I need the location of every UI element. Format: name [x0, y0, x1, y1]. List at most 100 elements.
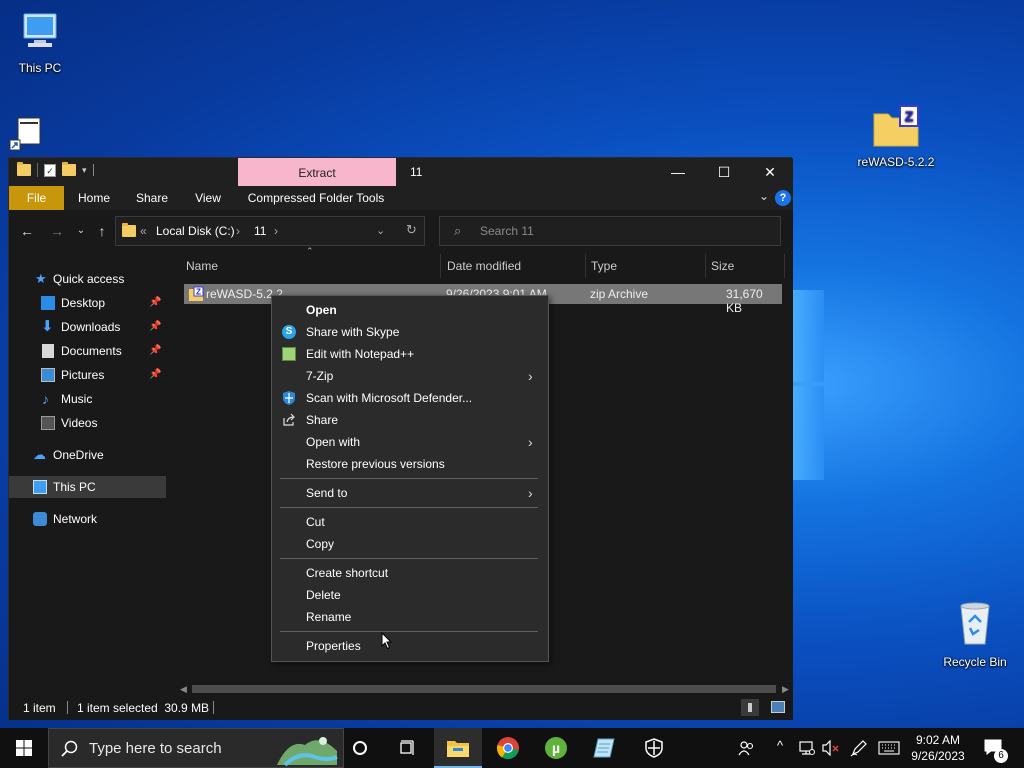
- nav-downloads[interactable]: ⬇ Downloads 📌: [9, 316, 166, 338]
- column-date-modified[interactable]: Date modified: [447, 256, 521, 276]
- properties-icon[interactable]: ✓: [44, 163, 56, 177]
- pictures-icon: [41, 368, 55, 382]
- menu-item-share-with-skype[interactable]: S Share with Skype: [272, 321, 548, 343]
- column-type[interactable]: Type: [591, 256, 617, 276]
- search-box[interactable]: ⌕ Search 11: [439, 216, 781, 246]
- show-hidden-icons-button[interactable]: ^: [774, 728, 790, 768]
- cortana-button[interactable]: [336, 728, 384, 768]
- menu-separator: [280, 558, 538, 559]
- desktop-icon-rewasd-zip[interactable]: Z reWASD-5.2.2: [856, 104, 936, 169]
- start-button[interactable]: [0, 728, 48, 768]
- scroll-right-icon[interactable]: ▶: [782, 682, 789, 696]
- menu-item-open[interactable]: Open: [272, 299, 548, 321]
- taskbar-clock[interactable]: 9:02 AM 9/26/2023: [900, 732, 976, 764]
- taskbar-search-box[interactable]: Type here to search: [48, 728, 344, 768]
- nav-pictures[interactable]: Pictures 📌: [9, 364, 166, 386]
- defender-shield-icon: [283, 391, 295, 405]
- nav-quick-access[interactable]: ★ Quick access: [9, 268, 166, 290]
- tab-file[interactable]: File: [9, 186, 64, 210]
- menu-item-delete[interactable]: Delete: [272, 584, 548, 606]
- clock-time: 9:02 AM: [915, 733, 961, 747]
- help-icon[interactable]: ?: [775, 190, 791, 206]
- forward-arrow-icon[interactable]: →: [47, 222, 67, 240]
- pin-icon: 📌: [149, 321, 162, 332]
- nav-videos[interactable]: Videos: [9, 412, 166, 434]
- volume-tray-button[interactable]: [820, 728, 840, 768]
- up-arrow-icon[interactable]: ↑: [92, 222, 112, 240]
- scrollbar-thumb[interactable]: [192, 685, 776, 693]
- nav-desktop[interactable]: Desktop 📌: [9, 292, 166, 314]
- taskbar-chrome[interactable]: [484, 728, 532, 768]
- desktop-icon-this-pc[interactable]: This PC: [0, 10, 80, 75]
- address-bar[interactable]: « Local Disk (C:) › 11 › ⌄ ↻: [115, 216, 425, 246]
- menu-item-send-to[interactable]: Send to ›: [272, 482, 548, 504]
- touch-keyboard-button[interactable]: [876, 728, 902, 768]
- title-bar[interactable]: ✓ ▾ Extract 11 — ☐ ✕: [9, 158, 793, 186]
- desktop-icon-recycle-bin[interactable]: Recycle Bin: [935, 600, 1015, 669]
- menu-item-edit-with-notepad-plus-plus[interactable]: Edit with Notepad++: [272, 343, 548, 365]
- task-view-button[interactable]: [384, 728, 432, 768]
- column-name[interactable]: Name: [186, 256, 218, 276]
- column-size[interactable]: Size: [711, 256, 734, 276]
- menu-item-rename[interactable]: Rename: [272, 606, 548, 628]
- nav-documents[interactable]: Documents 📌: [9, 340, 166, 362]
- document-icon: [42, 344, 54, 358]
- scroll-left-icon[interactable]: ◀: [180, 682, 187, 696]
- menu-item-open-with[interactable]: Open with ›: [272, 431, 548, 453]
- back-arrow-icon[interactable]: ←: [17, 222, 37, 240]
- menu-item-share[interactable]: Share: [272, 409, 548, 431]
- maximize-button[interactable]: ☐: [701, 158, 747, 186]
- desktop-icon-shortcut[interactable]: [0, 116, 56, 155]
- breadcrumb-folder[interactable]: 11: [254, 224, 266, 238]
- customize-qat-icon[interactable]: ▾: [82, 165, 87, 176]
- taskbar-windows-security[interactable]: [630, 728, 678, 768]
- network-wired-icon: [799, 741, 815, 755]
- menu-separator: [280, 631, 538, 632]
- zip-folder-icon: Z: [873, 105, 919, 147]
- action-center-button[interactable]: [980, 728, 1010, 768]
- pen-tray-button[interactable]: [848, 728, 868, 768]
- cloud-icon: ☁: [33, 447, 46, 462]
- taskbar-utorrent[interactable]: µ: [532, 728, 580, 768]
- menu-item-copy[interactable]: Copy: [272, 533, 548, 555]
- folder-icon: [17, 162, 31, 176]
- refresh-icon[interactable]: ↻: [406, 222, 417, 238]
- menu-item-scan-with-defender[interactable]: Scan with Microsoft Defender...: [272, 387, 548, 409]
- breadcrumb-separator-icon[interactable]: ›: [274, 224, 278, 238]
- recent-locations-chevron-icon[interactable]: ⌄: [71, 222, 91, 240]
- navigation-bar: ← → ⌄ ↑ « Local Disk (C:) › 11 › ⌄ ↻ ⌕ S…: [9, 210, 793, 250]
- pin-icon: 📌: [149, 345, 162, 356]
- nav-onedrive[interactable]: ☁ OneDrive: [9, 444, 166, 466]
- tab-share[interactable]: Share: [129, 186, 175, 210]
- tab-view[interactable]: View: [185, 186, 231, 210]
- breadcrumb-drive[interactable]: Local Disk (C:): [156, 224, 235, 238]
- menu-item-create-shortcut[interactable]: Create shortcut: [272, 562, 548, 584]
- nav-this-pc[interactable]: This PC: [9, 476, 166, 498]
- people-button[interactable]: [736, 728, 758, 768]
- clock-date: 9/26/2023: [911, 749, 965, 763]
- large-icons-view-icon[interactable]: [769, 699, 787, 716]
- close-button[interactable]: ✕: [747, 158, 793, 186]
- menu-item-cut[interactable]: Cut: [272, 511, 548, 533]
- taskbar: Type here to search µ ^ 9:02 AM 9/26/202…: [0, 728, 1024, 768]
- nav-network[interactable]: Network: [9, 508, 166, 530]
- horizontal-scrollbar[interactable]: ◀ ▶: [174, 682, 793, 696]
- minimize-button[interactable]: —: [655, 158, 701, 186]
- details-view-icon[interactable]: [741, 699, 759, 716]
- taskbar-app-notepad[interactable]: [580, 728, 628, 768]
- menu-item-restore-previous-versions[interactable]: Restore previous versions: [272, 453, 548, 475]
- menu-item-7-zip[interactable]: 7-Zip ›: [272, 365, 548, 387]
- tab-compressed-folder-tools[interactable]: Compressed Folder Tools: [243, 186, 389, 210]
- address-dropdown-icon[interactable]: ⌄: [376, 224, 385, 237]
- submenu-arrow-icon: ›: [528, 485, 533, 501]
- breadcrumb-separator-icon[interactable]: ›: [236, 224, 240, 238]
- tab-home[interactable]: Home: [71, 186, 117, 210]
- address-overflow[interactable]: «: [140, 224, 147, 238]
- menu-item-properties[interactable]: Properties: [272, 635, 548, 657]
- network-tray-button[interactable]: [796, 728, 816, 768]
- new-folder-icon[interactable]: [62, 162, 76, 176]
- taskbar-file-explorer[interactable]: [434, 728, 482, 768]
- search-icon: [61, 740, 78, 757]
- expand-ribbon-icon[interactable]: ⌄: [759, 189, 769, 203]
- nav-music[interactable]: ♪ Music: [9, 388, 166, 410]
